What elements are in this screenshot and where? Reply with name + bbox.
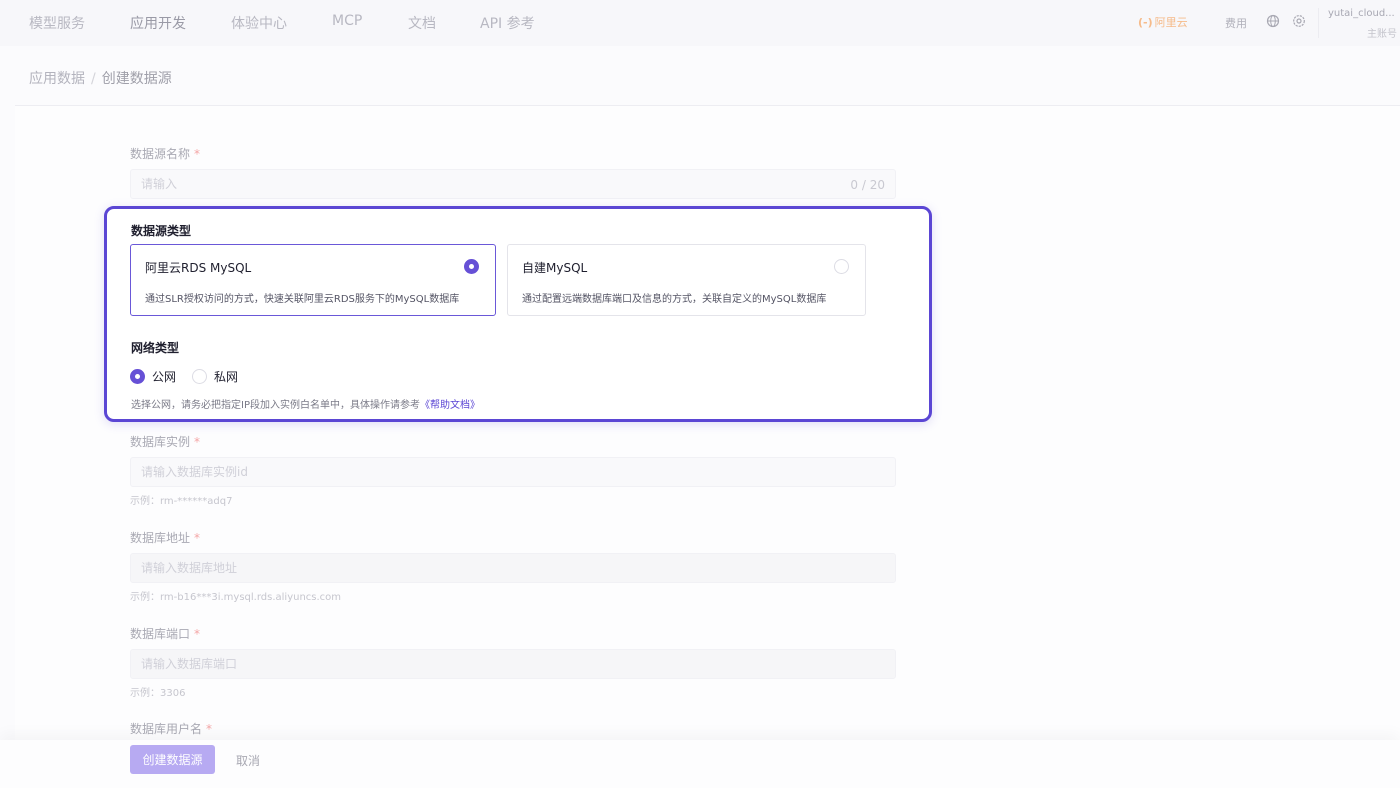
name-field[interactable]: 0 / 20 — [130, 169, 896, 199]
source-option-self-hosted-radio[interactable] — [834, 259, 849, 274]
nav-item-experience[interactable]: 体验中心 — [231, 13, 287, 33]
username-label: 数据库用户名 * — [130, 720, 212, 737]
network-note: 选择公网，请务必把指定IP段加入实例白名单中，具体操作请参考《帮助文档》 — [131, 396, 480, 411]
port-label-text: 数据库端口 — [130, 627, 191, 641]
nav-item-app-dev[interactable]: 应用开发 — [130, 13, 186, 33]
source-option-self-hosted-title: 自建MySQL — [522, 261, 588, 275]
instance-field[interactable] — [130, 457, 896, 487]
address-field[interactable] — [130, 553, 896, 583]
network-public-label[interactable]: 公网 — [152, 368, 176, 385]
breadcrumb-bar: 应用数据 / 创建数据源 — [15, 46, 1400, 106]
user-divider — [1318, 8, 1319, 38]
breadcrumb: 应用数据 / 创建数据源 — [29, 68, 172, 88]
username-label-text: 数据库用户名 — [130, 722, 203, 736]
address-label-text: 数据库地址 — [130, 531, 191, 545]
instance-hint: 示例：rm-******adq7 — [130, 496, 233, 507]
name-label: 数据源名称 * — [130, 145, 200, 162]
name-input[interactable] — [131, 170, 895, 198]
source-option-rds-title: 阿里云RDS MySQL — [145, 261, 252, 275]
required-mark: * — [194, 531, 201, 545]
source-option-self-hosted-desc: 通过配置远端数据库端口及信息的方式，关联自定义的MySQL数据库 — [522, 294, 827, 305]
help-doc-link[interactable]: 《帮助文档》 — [420, 400, 480, 411]
network-type-title: 网络类型 — [131, 341, 180, 355]
port-label: 数据库端口 * — [130, 625, 200, 642]
top-nav: 模型服务 应用开发 体验中心 MCP 文档 API 参考 (-) 阿里云 费用 y… — [0, 0, 1400, 46]
breadcrumb-current: 创建数据源 — [101, 71, 172, 87]
user-role: 主账号 — [1367, 29, 1397, 40]
name-label-text: 数据源名称 — [130, 147, 191, 161]
fee-link[interactable]: 费用 — [1225, 15, 1247, 31]
create-datasource-button[interactable]: 创建数据源 — [130, 745, 215, 774]
form-footer: 创建数据源 取消 — [0, 740, 1400, 788]
instance-label-text: 数据库实例 — [130, 435, 191, 449]
required-mark: * — [194, 435, 201, 449]
breadcrumb-parent[interactable]: 应用数据 — [29, 71, 85, 87]
network-note-text: 选择公网，请务必把指定IP段加入实例白名单中，具体操作请参考 — [131, 400, 420, 411]
user-name[interactable]: yutai_cloud... — [1328, 8, 1395, 19]
port-hint: 示例：3306 — [130, 688, 186, 699]
globe-icon[interactable] — [1266, 14, 1280, 28]
required-mark: * — [194, 147, 201, 161]
address-label: 数据库地址 * — [130, 529, 200, 546]
aliyun-logo-text: 阿里云 — [1154, 16, 1188, 29]
instance-label: 数据库实例 * — [130, 433, 200, 450]
nav-item-docs[interactable]: 文档 — [408, 13, 436, 33]
name-counter: 0 / 20 — [850, 178, 885, 192]
instance-input[interactable] — [131, 458, 895, 486]
network-private-label[interactable]: 私网 — [214, 368, 238, 385]
gear-icon[interactable] — [1292, 14, 1306, 28]
source-type-title: 数据源类型 — [131, 224, 192, 238]
aliyun-logo[interactable]: (-) 阿里云 — [1138, 14, 1188, 30]
nav-item-api[interactable]: API 参考 — [480, 13, 535, 33]
source-option-rds-radio[interactable] — [464, 259, 479, 274]
nav-item-mcp[interactable]: MCP — [332, 13, 362, 29]
source-option-self-hosted[interactable]: 自建MySQL 通过配置远端数据库端口及信息的方式，关联自定义的MySQL数据库 — [507, 244, 866, 316]
cancel-button[interactable]: 取消 — [236, 752, 260, 769]
address-hint: 示例：rm-b16***3i.mysql.rds.aliyuncs.com — [130, 592, 342, 603]
aliyun-logo-mark: (-) — [1138, 16, 1153, 29]
address-input[interactable] — [131, 554, 895, 582]
source-type-panel: 数据源类型 阿里云RDS MySQL 通过SLR授权访问的方式，快速关联阿里云R… — [104, 206, 932, 422]
source-option-rds[interactable]: 阿里云RDS MySQL 通过SLR授权访问的方式，快速关联阿里云RDS服务下的… — [130, 244, 496, 316]
port-input[interactable] — [131, 650, 895, 678]
breadcrumb-separator: / — [91, 71, 96, 87]
network-private-radio[interactable] — [192, 369, 207, 384]
required-mark: * — [194, 627, 201, 641]
required-mark: * — [206, 722, 213, 736]
source-option-rds-desc: 通过SLR授权访问的方式，快速关联阿里云RDS服务下的MySQL数据库 — [145, 294, 460, 305]
nav-item-model-service[interactable]: 模型服务 — [29, 13, 85, 33]
port-field[interactable] — [130, 649, 896, 679]
network-public-radio[interactable] — [130, 369, 145, 384]
